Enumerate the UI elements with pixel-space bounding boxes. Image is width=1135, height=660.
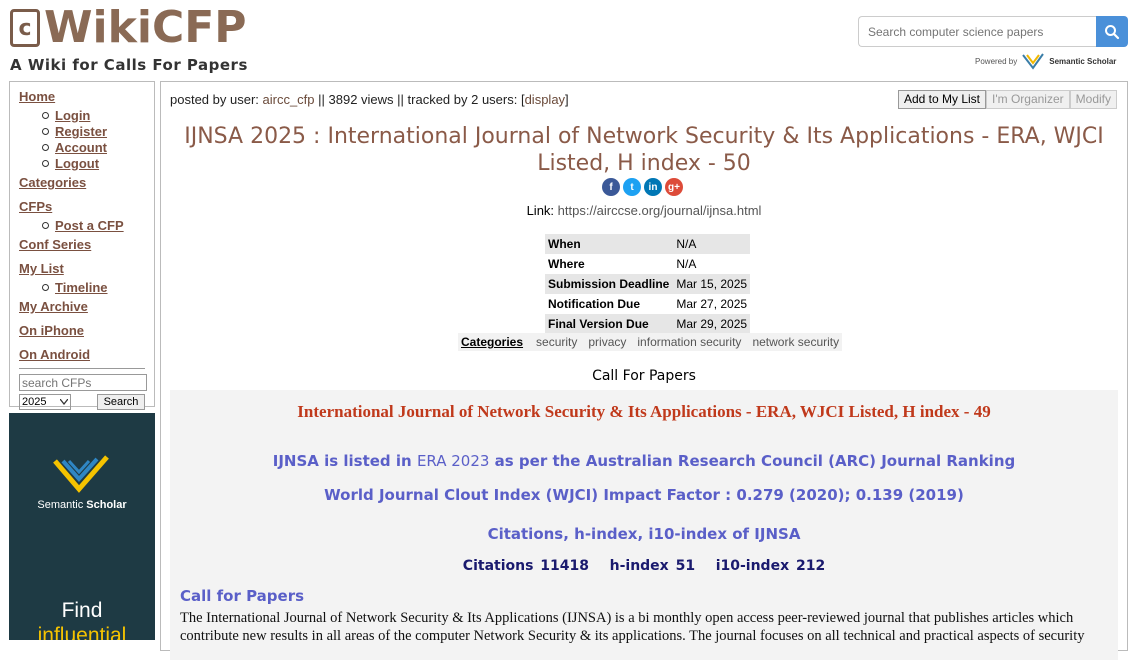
era-prefix: IJNSA is listed in	[272, 452, 417, 470]
posted-stats: || 3892 views || tracked by 2 users: [	[314, 92, 525, 107]
powered-by-label: Powered by	[975, 56, 1018, 66]
nav-timeline[interactable]: Timeline	[42, 280, 145, 295]
era-listing: IJNSA is listed in ERA 2023 as per the A…	[170, 452, 1118, 470]
cfp-subheading: Call for Papers	[180, 587, 305, 605]
citations-link-line: Citations, h-index, i10-index of IJNSA	[170, 525, 1118, 543]
info-row: When N/A	[545, 234, 751, 254]
info-key: Notification Due	[548, 297, 640, 311]
info-key: Submission Deadline	[545, 274, 673, 294]
link-label: Link:	[526, 203, 558, 218]
citation-stats: Citations 11418 h-index 51 i10-index 212	[462, 558, 826, 574]
cfp-body: International Journal of Network Securit…	[170, 390, 1118, 660]
paper-search-input[interactable]	[858, 16, 1096, 47]
semantic-scholar-ad[interactable]: Semantic Scholar Find influential	[9, 413, 155, 640]
posted-end: ]	[565, 92, 569, 107]
info-row: Submission Deadline Mar 15, 2025	[545, 274, 751, 294]
event-url-link[interactable]: https://airccse.org/journal/ijnsa.html	[558, 203, 762, 218]
wikicfp-logo[interactable]: c WikiCFP	[10, 5, 247, 51]
categories-bar: Categories security privacy information …	[458, 333, 843, 351]
year-select[interactable]: 2025	[19, 394, 71, 410]
nav-my-archive[interactable]: My Archive	[19, 299, 145, 314]
citations-link[interactable]: Citations, h-index, i10-index of IJNSA	[488, 525, 801, 543]
info-row: Notification Due Mar 27, 2025	[545, 294, 750, 314]
tagline: A Wiki for Calls For Papers	[10, 56, 248, 74]
cfp-search-input[interactable]	[19, 374, 147, 391]
info-key: Final Version Due	[545, 314, 673, 334]
nav-conf-series[interactable]: Conf Series	[19, 237, 145, 252]
semantic-scholar-icon	[1022, 53, 1045, 70]
event-title: IJNSA 2025 : International Journal of Ne…	[161, 123, 1127, 177]
event-link-line: Link: https://airccse.org/journal/ijnsa.…	[161, 203, 1127, 218]
main-content: posted by user: aircc_cfp || 3892 views …	[160, 81, 1128, 660]
info-key: Where	[548, 257, 585, 271]
info-value: N/A	[672, 234, 751, 254]
powered-by-brand: Semantic Scholar	[1049, 56, 1117, 66]
event-title-line-2: Listed, H index - 50	[537, 151, 751, 176]
display-trackers-link[interactable]: display	[525, 92, 565, 107]
action-buttons: Add to My List I'm Organizer Modify	[897, 90, 1117, 109]
search-button[interactable]	[1096, 16, 1128, 47]
category-link[interactable]: information security	[637, 335, 741, 349]
info-value: N/A	[676, 257, 697, 271]
semantic-scholar-logo-icon	[53, 455, 109, 493]
nav-login[interactable]: Login	[42, 108, 145, 123]
googleplus-icon[interactable]: g+	[665, 178, 683, 196]
nav-cfps[interactable]: CFPs	[19, 199, 145, 214]
era-suffix: as per the Australian Research Council (…	[489, 452, 1016, 470]
categories-heading-link[interactable]: Categories	[461, 335, 523, 349]
facebook-icon[interactable]: f	[602, 178, 620, 196]
info-row: Where N/A	[545, 254, 750, 274]
chevron-down-icon	[60, 399, 68, 405]
add-to-my-list-button[interactable]: Add to My List	[897, 90, 986, 109]
logo-icon: c	[10, 9, 40, 47]
ad-brand-prefix: Semantic	[37, 499, 87, 511]
modify-button[interactable]: Modify	[1069, 90, 1117, 109]
search-icon	[1105, 24, 1120, 39]
twitter-icon[interactable]: t	[623, 178, 641, 196]
event-info-table: When N/A Where N/A Submission Deadline Mar …	[545, 234, 751, 334]
nav-on-android[interactable]: On Android	[19, 347, 145, 362]
im-organizer-button[interactable]: I'm Organizer	[986, 90, 1070, 109]
year-value: 2025	[22, 396, 47, 408]
nav-register[interactable]: Register	[42, 124, 145, 139]
sidebar: Home Login Register Account Logout Categ…	[9, 81, 155, 410]
nav-on-iphone[interactable]: On iPhone	[19, 323, 145, 338]
sidebar-divider	[19, 368, 145, 369]
category-link[interactable]: privacy	[588, 335, 626, 349]
linkedin-icon[interactable]: in	[644, 178, 662, 196]
info-value: Mar 27, 2025	[676, 297, 748, 311]
cfp-title: International Journal of Network Securit…	[297, 402, 991, 421]
info-value: Mar 29, 2025	[672, 314, 751, 334]
paper-search-bar	[858, 16, 1128, 47]
ad-brand-bold: Scholar	[86, 499, 127, 511]
nav-my-list[interactable]: My List	[19, 261, 145, 276]
call-for-papers-heading: Call For Papers	[592, 368, 696, 384]
category-link[interactable]: network security	[752, 335, 839, 349]
wjci-line: World Journal Clout Index (WJCI) Impact …	[324, 486, 964, 504]
info-value: Mar 15, 2025	[672, 274, 751, 294]
nav-logout[interactable]: Logout	[42, 156, 145, 171]
search-controls: 2025 Search	[19, 394, 145, 410]
event-title-line-1: IJNSA 2025 : International Journal of Ne…	[184, 124, 1104, 149]
category-link[interactable]: security	[536, 335, 577, 349]
posted-user-link[interactable]: aircc_cfp	[263, 92, 315, 107]
info-key: When	[545, 234, 673, 254]
ad-brand: Semantic Scholar	[9, 499, 155, 511]
era-link[interactable]: ERA 2023	[417, 452, 490, 470]
social-share-bar: f t in g+	[602, 178, 683, 196]
sidebar-nav: Home Login Register Account Logout Categ…	[10, 82, 154, 415]
powered-by: Powered by Semantic Scholar	[975, 52, 1116, 70]
info-row: Final Version Due Mar 29, 2025	[545, 314, 751, 334]
posted-by-line: posted by user: aircc_cfp || 3892 views …	[170, 92, 569, 107]
logo-text: WikiCFP	[44, 2, 247, 53]
nav-categories[interactable]: Categories	[19, 175, 145, 190]
ad-headline-1: Find	[61, 599, 103, 622]
cfp-search-button[interactable]: Search	[97, 394, 145, 410]
nav-post-cfp[interactable]: Post a CFP	[42, 218, 145, 233]
posted-prefix: posted by user:	[170, 92, 263, 107]
nav-home[interactable]: Home	[19, 89, 145, 104]
nav-account[interactable]: Account	[42, 140, 145, 155]
ad-headline-2: influential	[37, 624, 127, 640]
